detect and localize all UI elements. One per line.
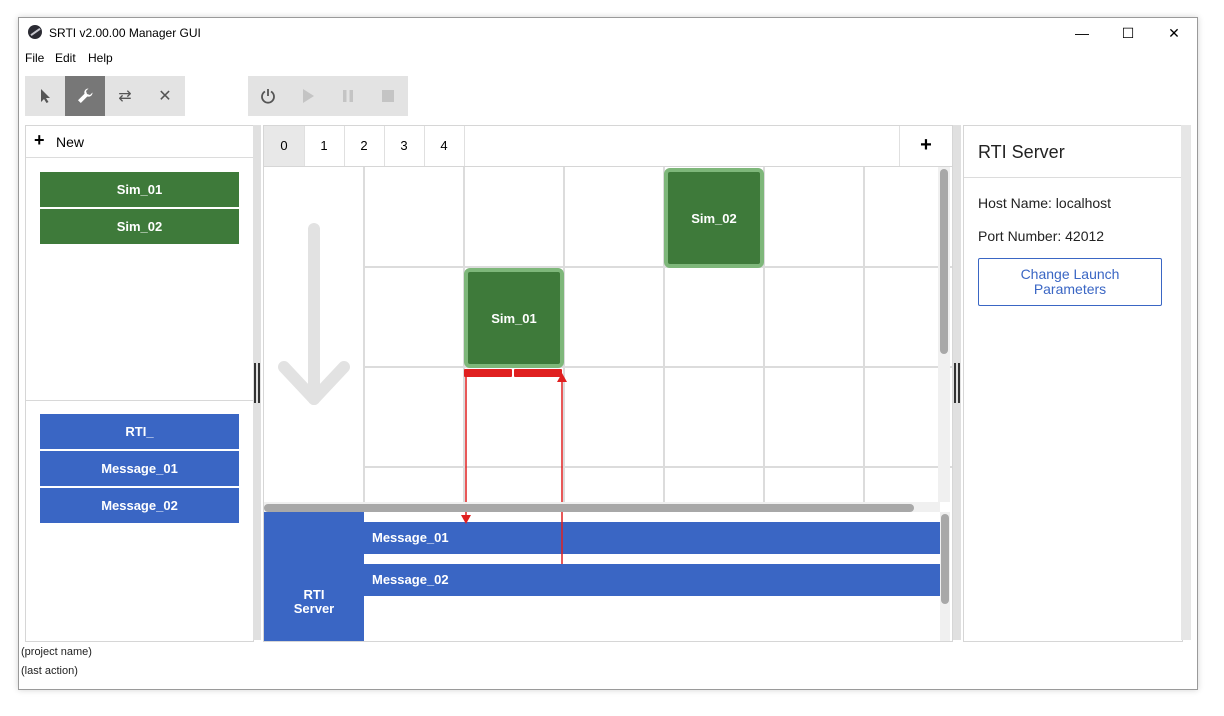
connect-tool-button[interactable]: ⇄ bbox=[105, 76, 145, 116]
app-logo-icon bbox=[28, 25, 42, 39]
title-bar[interactable]: SRTI v2.00.00 Manager GUI — ☐ ✕ bbox=[19, 18, 1197, 48]
tab-1[interactable]: 1 bbox=[304, 126, 345, 166]
host-name-text: Host Name: localhost bbox=[978, 195, 1112, 211]
power-button[interactable] bbox=[248, 76, 288, 116]
rti-message-area: RTI Server Message_01 Message_02 bbox=[264, 512, 952, 641]
tab-0[interactable]: 0 bbox=[264, 126, 305, 166]
stop-icon bbox=[382, 90, 394, 102]
connection-links bbox=[464, 369, 567, 502]
link-overlay-lower bbox=[454, 596, 574, 606]
window-title: SRTI v2.00.00 Manager GUI bbox=[49, 26, 201, 40]
arrowhead-down-icon bbox=[461, 515, 471, 524]
pause-icon bbox=[343, 90, 353, 102]
menu-edit[interactable]: Edit bbox=[55, 51, 76, 65]
properties-divider bbox=[964, 177, 1182, 178]
properties-title: RTI Server bbox=[978, 142, 1065, 162]
grid-line bbox=[364, 266, 952, 268]
plus-icon: + bbox=[34, 130, 45, 150]
message-vertical-scroll-thumb[interactable] bbox=[941, 514, 949, 604]
left-splitter-grip bbox=[254, 363, 260, 403]
cursor-icon bbox=[41, 89, 50, 103]
play-button[interactable] bbox=[288, 76, 328, 116]
grid-line bbox=[363, 167, 365, 502]
tab-2[interactable]: 2 bbox=[344, 126, 385, 166]
palette-message-02[interactable]: Message_02 bbox=[40, 488, 239, 523]
rti-server-label: RTI Server bbox=[293, 587, 335, 616]
subscribe-port[interactable] bbox=[514, 369, 562, 377]
grid-horizontal-scroll-thumb[interactable] bbox=[264, 504, 914, 512]
last-action-status: (last action) bbox=[21, 665, 78, 677]
mode-toolbar: ⇄ ✕ bbox=[25, 76, 185, 116]
tab-bar: 0 1 2 3 4 + bbox=[264, 126, 952, 167]
grid-vertical-scrollbar[interactable] bbox=[938, 167, 950, 502]
right-splitter[interactable] bbox=[953, 125, 961, 640]
canvas-node-sim-02[interactable]: Sim_02 bbox=[664, 168, 764, 268]
port-number-text: Port Number: 42012 bbox=[978, 228, 1105, 244]
palette-sim-02[interactable]: Sim_02 bbox=[40, 209, 239, 244]
down-arrow-icon bbox=[278, 223, 350, 405]
canvas-node-sim-01[interactable]: Sim_01 bbox=[464, 268, 564, 368]
x-icon: ✕ bbox=[158, 88, 172, 105]
pause-button[interactable] bbox=[328, 76, 368, 116]
message-bar-02[interactable]: Message_02 bbox=[364, 564, 940, 596]
swap-arrows-icon: ⇄ bbox=[118, 88, 132, 105]
project-name-status: (project name) bbox=[21, 646, 92, 658]
new-label: New bbox=[56, 134, 85, 150]
power-icon bbox=[261, 89, 275, 104]
palette-message-01[interactable]: Message_01 bbox=[40, 451, 239, 486]
grid-line bbox=[364, 366, 952, 368]
publish-port[interactable] bbox=[464, 369, 512, 377]
close-window-button[interactable]: ✕ bbox=[1151, 18, 1197, 48]
right-splitter-grip bbox=[954, 363, 960, 403]
tab-4[interactable]: 4 bbox=[424, 126, 465, 166]
minimize-button[interactable]: — bbox=[1059, 18, 1105, 48]
menu-help[interactable]: Help bbox=[88, 51, 113, 65]
menu-file[interactable]: File bbox=[25, 51, 44, 65]
message-bar-01[interactable]: Message_01 bbox=[364, 522, 940, 554]
select-tool-button[interactable] bbox=[25, 76, 65, 116]
app-window: SRTI v2.00.00 Manager GUI — ☐ ✕ File Edi… bbox=[18, 17, 1198, 690]
stop-button[interactable] bbox=[368, 76, 408, 116]
grid-line bbox=[364, 466, 952, 468]
grid-line bbox=[863, 167, 865, 502]
properties-scrollbar[interactable] bbox=[1181, 125, 1191, 640]
palette-divider bbox=[26, 400, 253, 401]
message-vertical-scrollbar[interactable] bbox=[940, 512, 950, 641]
element-palette: + New Sim_01 Sim_02 RTI_ Message_01 Mess… bbox=[25, 125, 254, 642]
grid-horizontal-scrollbar[interactable] bbox=[264, 502, 940, 512]
palette-sim-01[interactable]: Sim_01 bbox=[40, 172, 239, 207]
maximize-button[interactable]: ☐ bbox=[1105, 18, 1151, 48]
tab-3[interactable]: 3 bbox=[384, 126, 425, 166]
properties-panel: RTI Server Host Name: localhost Port Num… bbox=[963, 125, 1183, 642]
change-launch-parameters-button[interactable]: Change Launch Parameters bbox=[978, 258, 1162, 306]
workspace-canvas[interactable]: 0 1 2 3 4 + Sim_02 Sim_01 RTI Server Mes… bbox=[263, 125, 953, 642]
sim-grid[interactable]: Sim_02 Sim_01 bbox=[264, 167, 952, 502]
link-overlay bbox=[461, 512, 563, 564]
play-icon bbox=[303, 89, 314, 103]
run-toolbar bbox=[248, 76, 408, 116]
rti-server-block[interactable]: RTI Server bbox=[264, 512, 364, 641]
wrench-icon bbox=[78, 88, 93, 103]
new-element-button[interactable]: + New bbox=[26, 126, 253, 158]
palette-rti[interactable]: RTI_ bbox=[40, 414, 239, 449]
left-splitter[interactable] bbox=[253, 125, 261, 640]
grid-vertical-scroll-thumb[interactable] bbox=[940, 169, 948, 354]
delete-tool-button[interactable]: ✕ bbox=[145, 76, 185, 116]
add-tab-button[interactable]: + bbox=[899, 126, 952, 166]
edit-tool-button[interactable] bbox=[65, 76, 105, 116]
